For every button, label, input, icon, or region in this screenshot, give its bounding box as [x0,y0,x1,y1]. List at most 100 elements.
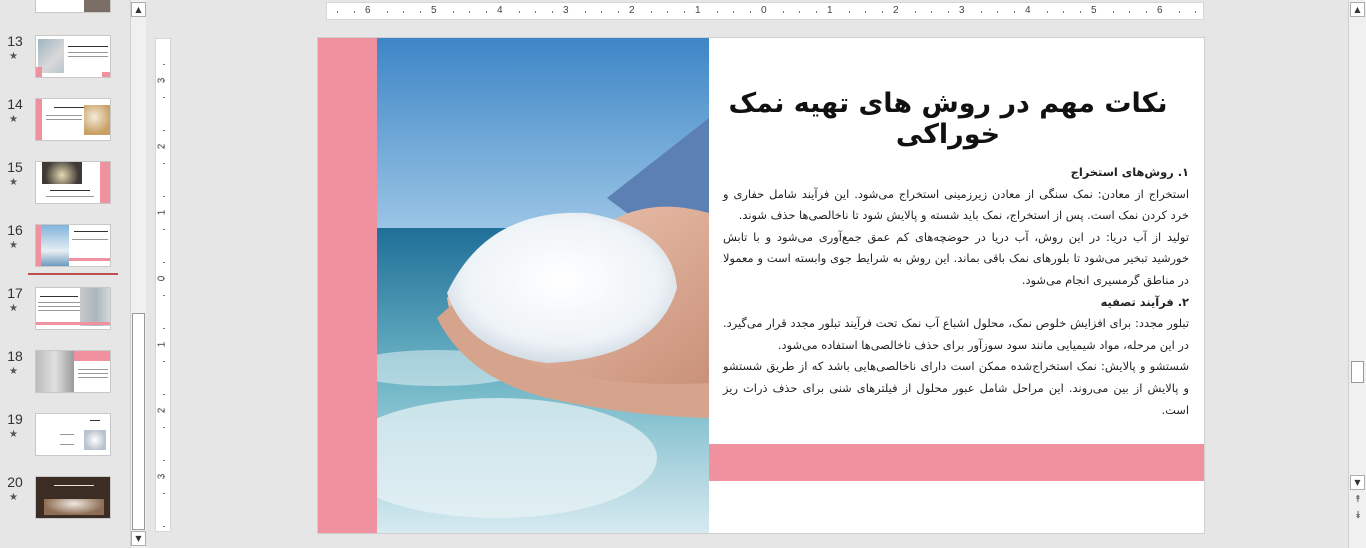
editor-scrollbar[interactable]: ▲ ▼ ⯭ ⯯ [1348,0,1366,548]
ruler-tick [163,261,165,263]
ruler-tick [584,11,586,13]
ruler-tick [815,11,817,13]
section-heading: ۲. فرآیند تصفیه [1100,294,1189,309]
ruler-tick [163,63,165,65]
ruler-label: 1 [695,5,701,16]
salt-in-hands-photo[interactable] [377,38,709,533]
ruler-tick [683,11,685,13]
ruler-label: 1 [827,5,833,16]
ruler-label: 6 [1157,5,1163,16]
ruler-tick [617,11,619,13]
ruler-tick [931,11,932,13]
ruler-tick [799,11,800,13]
ruler-tick [163,426,165,428]
ruler-tick [782,11,784,13]
ruler-label: 3 [959,5,965,16]
ruler-tick [163,459,165,461]
ruler-label: 4 [1025,5,1031,16]
ruler-label: 1 [156,341,168,348]
ruler-tick [452,11,454,13]
scroll-up-icon[interactable]: ▲ [1350,2,1365,17]
ruler-label: 2 [893,5,899,16]
ruler-tick [163,525,165,527]
slide-title[interactable]: نکات مهم در روش های تهیه نمک خوراکی [713,88,1183,150]
ruler-tick [601,11,602,13]
slide-canvas[interactable]: نکات مهم در روش های تهیه نمک خوراکی ۱. ر… [318,38,1204,533]
ruler-tick [980,11,982,13]
ruler-tick [163,410,165,411]
ruler-tick [1145,11,1147,13]
ruler-label: 4 [497,5,503,16]
ruler-tick [650,11,652,13]
ruler-label: 6 [365,5,371,16]
ruler-tick [947,11,949,13]
ruler-tick [353,11,355,13]
ruler-tick [1013,11,1015,13]
ruler-label: 5 [431,5,437,16]
ruler-tick [163,344,165,345]
ruler-tick [1112,11,1114,13]
ruler-tick [733,11,734,13]
ruler-tick [997,11,998,13]
ruler-tick [1063,11,1064,13]
slide-editor[interactable]: 6 5 4 3 2 1 0 1 2 3 4 5 6 3 2 1 0 1 2 3 [0,0,1348,548]
body-paragraph: استخراج از معادن: نمک سنگی از معادن زیرز… [723,186,1189,223]
horizontal-ruler[interactable]: 6 5 4 3 2 1 0 1 2 3 4 5 6 [326,2,1204,20]
ruler-tick [163,146,165,147]
slide-body-text[interactable]: ۱. روش‌های استخراج استخراج از معادن: نمک… [723,162,1189,421]
ruler-tick [1195,11,1196,13]
decorative-pink-band [709,444,1204,481]
body-paragraph: شستشو و پالایش: نمک استخراج‌شده ممکن است… [723,359,1189,417]
ruler-tick [403,11,404,13]
scroll-down-icon[interactable]: ▼ [1350,475,1365,490]
ruler-tick [667,11,668,13]
ruler-tick [914,11,916,13]
ruler-tick [881,11,883,13]
previous-slide-icon[interactable]: ⯭ [1352,494,1364,506]
ruler-tick [485,11,487,13]
ruler-tick [163,327,165,329]
ruler-tick [848,11,850,13]
ruler-label: 0 [761,5,767,16]
ruler-tick [163,492,165,494]
ruler-label: 5 [1091,5,1097,16]
ruler-tick [163,228,165,230]
ruler-tick [1046,11,1048,13]
ruler-tick [1178,11,1180,13]
ruler-tick [1129,11,1130,13]
ruler-label: 1 [156,209,168,216]
vertical-ruler[interactable]: 3 2 1 0 1 2 3 [155,38,171,532]
ruler-tick [535,11,536,13]
body-paragraph: تبلور مجدد: برای افزایش خلوص نمک، محلول … [723,316,1189,352]
ruler-tick [163,212,165,213]
ruler-tick [163,476,165,477]
ruler-tick [163,278,165,279]
next-slide-icon[interactable]: ⯯ [1352,510,1364,522]
ruler-tick [551,11,553,13]
ruler-label: 2 [629,5,635,16]
ruler-tick [163,129,165,131]
ruler-tick [386,11,388,13]
body-paragraph: تولید از آب دریا: در این روش، آب دریا در… [723,229,1189,287]
ruler-tick [163,162,165,164]
ruler-tick [469,11,470,13]
presentation-editor: 13 ★ 14 ★ 15 ★ 16 ★ 17 ★ 18 ★ 19 ★ 20 ★ … [0,0,1366,548]
ruler-tick [163,294,165,296]
ruler-tick [749,11,751,13]
ruler-label: 2 [156,407,168,414]
ruler-tick [419,11,421,13]
ruler-tick [716,11,718,13]
ruler-tick [163,80,165,81]
ruler-tick [163,96,165,98]
ruler-tick [337,11,338,13]
section-heading: ۱. روش‌های استخراج [1070,165,1189,179]
ruler-label: 3 [563,5,569,16]
ruler-tick [163,393,165,395]
ruler-tick [163,360,165,362]
ruler-tick [518,11,520,13]
ruler-label: 0 [156,275,168,282]
scrollbar-thumb[interactable] [1351,361,1364,383]
decorative-pink-bar [318,38,377,533]
ruler-label: 2 [156,143,168,150]
ruler-tick [1079,11,1081,13]
